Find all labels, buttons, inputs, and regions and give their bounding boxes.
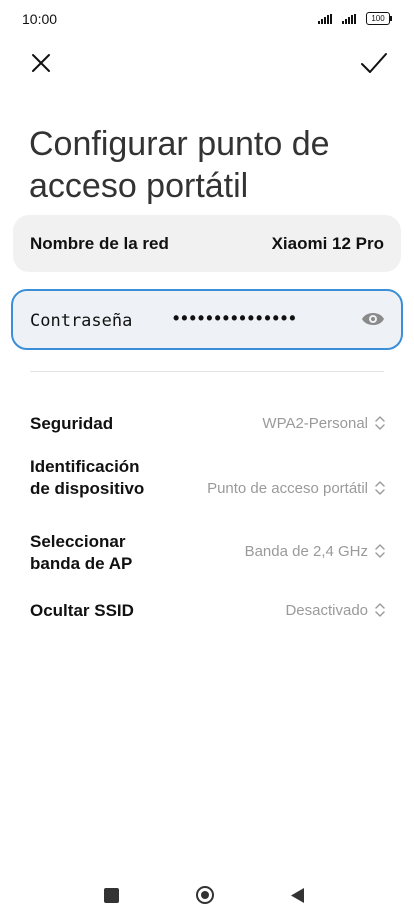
- signal-icon: [342, 13, 356, 24]
- signal-icon: [318, 13, 332, 24]
- divider: [30, 371, 384, 372]
- setting-row-security[interactable]: Seguridad WPA2-Personal: [0, 410, 414, 440]
- setting-value: Desactivado: [285, 602, 368, 619]
- setting-value: WPA2-Personal: [262, 415, 368, 432]
- chevron-updown-icon: [375, 416, 385, 430]
- setting-row-ap-band[interactable]: Seleccionar banda de AP Banda de 2,4 GHz: [0, 530, 414, 576]
- recent-apps-icon[interactable]: [104, 888, 119, 903]
- setting-label: Ocultar SSID: [30, 601, 134, 620]
- password-field[interactable]: Contraseña •••••••••••••••: [11, 289, 403, 350]
- password-value: •••••••••••••••: [173, 308, 298, 328]
- close-button[interactable]: [26, 48, 58, 80]
- chevron-updown-icon: [375, 544, 385, 558]
- chevron-updown-icon: [375, 481, 385, 495]
- confirm-button[interactable]: [358, 48, 390, 80]
- status-time: 10:00: [22, 11, 58, 27]
- network-name-label: Nombre de la red: [30, 234, 169, 253]
- setting-label: Identificación de dispositivo: [30, 457, 145, 498]
- page-title: Configurar punto de acceso portátil: [29, 124, 330, 205]
- setting-row-device-id[interactable]: Identificación de dispositivo Punto de a…: [0, 455, 414, 523]
- setting-label: Seguridad: [30, 414, 114, 433]
- navigation-bar: [0, 870, 414, 920]
- network-name-field[interactable]: Nombre de la red Xiaomi 12 Pro: [13, 215, 401, 272]
- setting-value: Punto de acceso portátil: [207, 480, 368, 497]
- setting-label: Seleccionar banda de AP: [30, 532, 133, 573]
- status-bar: 10:00 100: [0, 0, 414, 40]
- check-icon: [361, 53, 387, 73]
- eye-icon: [362, 313, 384, 325]
- home-icon[interactable]: [195, 885, 215, 905]
- network-name-value: Xiaomi 12 Pro: [271, 234, 384, 253]
- setting-value: Banda de 2,4 GHz: [244, 543, 368, 560]
- top-actions: [0, 44, 414, 84]
- password-label: Contraseña: [30, 311, 133, 331]
- status-icons: 100: [318, 12, 392, 25]
- setting-row-hide-ssid[interactable]: Ocultar SSID Desactivado: [0, 598, 414, 628]
- chevron-updown-icon: [375, 603, 385, 617]
- battery-level: 100: [371, 14, 385, 23]
- back-icon[interactable]: [290, 887, 305, 904]
- close-icon: [32, 54, 50, 72]
- battery-icon: 100: [366, 12, 392, 25]
- show-password-button[interactable]: [361, 309, 385, 329]
